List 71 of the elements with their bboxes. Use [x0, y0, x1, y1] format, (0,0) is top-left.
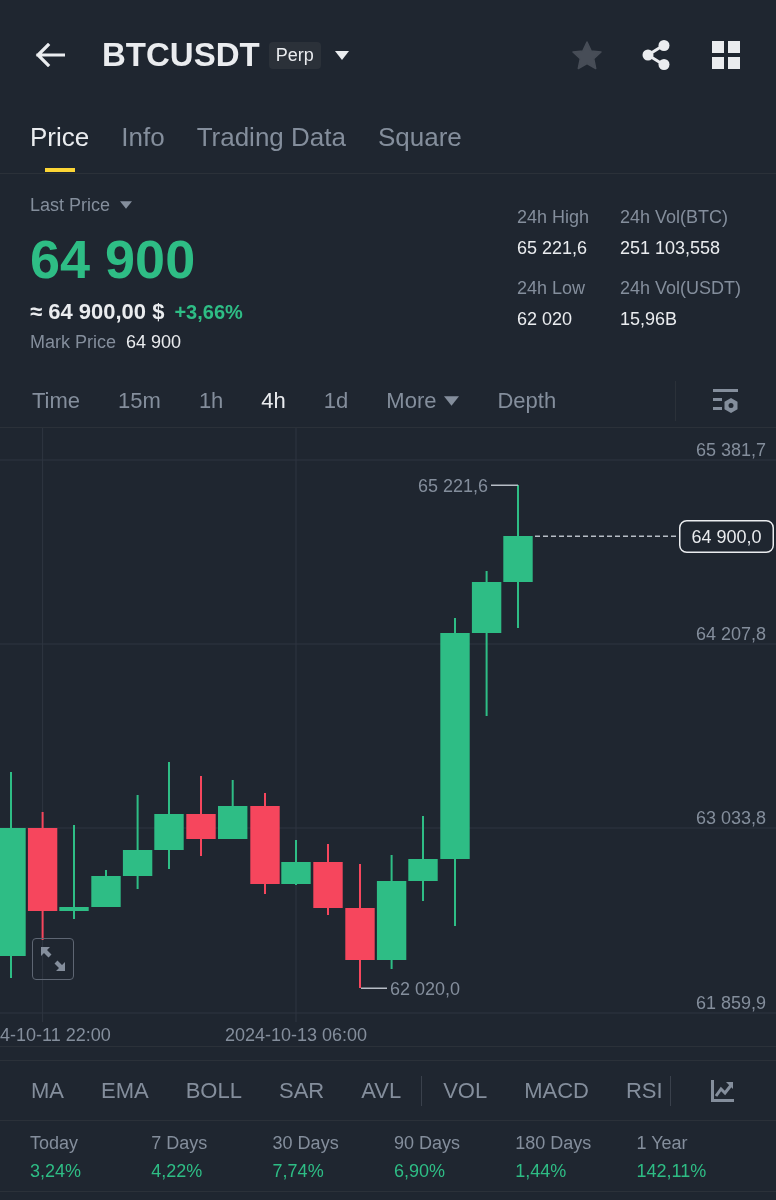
interval-tab[interactable]: 1d: [323, 388, 349, 414]
time-axis-label: 2024-10-13 06:00: [224, 1025, 368, 1045]
stat-label: 24h Vol(BTC): [620, 206, 730, 228]
tab[interactable]: Trading Data: [196, 110, 346, 173]
back-arrow-icon[interactable]: [35, 43, 65, 67]
price-type-dropdown[interactable]: Last Price: [30, 194, 133, 216]
period-label: 30 Days: [272, 1132, 340, 1154]
mark-price-label: Mark Price: [30, 331, 116, 353]
period-label: 7 Days: [151, 1132, 209, 1154]
period-change: 1,44%: [515, 1160, 568, 1182]
expand-button[interactable]: [32, 938, 74, 980]
period-label: 1 Year: [636, 1132, 689, 1154]
fiat-price: ≈ 64 900,00 $: [30, 299, 165, 325]
low-price-label: 62 020,0: [390, 979, 461, 999]
tab[interactable]: Square: [377, 110, 462, 173]
tab[interactable]: Price: [30, 110, 90, 173]
price-axis-label: 64 207,8: [695, 624, 766, 644]
period-change: 7,74%: [272, 1160, 325, 1182]
star-icon[interactable]: [572, 40, 602, 70]
stat-value: 62 020: [517, 308, 574, 330]
stat-value: 65 221,6: [517, 237, 589, 259]
indicator-tab[interactable]: EMA: [101, 1077, 149, 1104]
stat-label: 24h High: [517, 206, 591, 228]
stat-value: 251 103,558: [620, 237, 722, 259]
expand-arrows-icon: [41, 947, 65, 971]
indicator-tab[interactable]: SAR: [278, 1077, 325, 1104]
stat-label: 24h Vol(USDT): [620, 277, 743, 299]
high-price-label: 65 221,6: [417, 476, 488, 496]
indicator-tab[interactable]: BOLL: [185, 1077, 242, 1104]
caret-down-icon: [334, 50, 349, 60]
indicator-tab[interactable]: RSI: [625, 1077, 663, 1104]
time-axis-label: 4-10-11 22:00: [0, 1025, 111, 1045]
last-price-tag: 64 900,0: [679, 520, 774, 553]
indicator-tab[interactable]: VOL: [443, 1077, 488, 1104]
stat-label: 24h Low: [517, 277, 587, 299]
period-label: 90 Days: [393, 1132, 461, 1154]
indicator-tab[interactable]: MA: [31, 1077, 64, 1104]
interval-tab[interactable]: 1h: [198, 388, 224, 414]
symbol-title: BTCUSDT: [102, 36, 260, 74]
period-label: Today: [30, 1132, 80, 1154]
tab[interactable]: Info: [121, 110, 165, 173]
indicator-tab[interactable]: MACD: [524, 1077, 589, 1104]
interval-tab[interactable]: Time: [32, 388, 81, 414]
price-axis-label: 63 033,8: [695, 808, 766, 828]
mark-price-value: 64 900: [126, 331, 182, 353]
share-icon[interactable]: [642, 40, 670, 70]
period-label: 180 Days: [515, 1132, 593, 1154]
settings-icon[interactable]: [713, 389, 738, 413]
price-change: +3,66%: [174, 300, 243, 325]
leader-line: [361, 987, 387, 989]
stat-value: 15,96B: [620, 308, 679, 330]
period-change: 4,22%: [151, 1160, 204, 1182]
last-price: 64 900: [30, 229, 197, 289]
price-axis-label: 65 381,7: [695, 440, 766, 460]
candlestick: [218, 780, 248, 839]
interval-tab[interactable]: 4h: [261, 388, 286, 414]
candlestick: [313, 844, 343, 915]
period-change: 3,24%: [30, 1160, 83, 1182]
chart-icon[interactable]: [710, 1079, 734, 1102]
indicator-tab[interactable]: AVL: [361, 1077, 402, 1104]
interval-tab[interactable]: Depth: [497, 388, 557, 414]
grid-icon[interactable]: [712, 41, 740, 69]
interval-tab[interactable]: 15m: [118, 388, 161, 414]
interval-dropdown[interactable]: More: [386, 388, 460, 414]
period-change: 6,90%: [393, 1160, 446, 1182]
caret-down-icon: [120, 201, 133, 209]
caret-down-icon: [444, 396, 460, 406]
leader-line: [491, 484, 518, 486]
contract-type-badge: Perp: [268, 41, 321, 69]
period-change: 142,11%: [636, 1160, 708, 1182]
price-axis-label: 61 859,9: [695, 993, 766, 1013]
